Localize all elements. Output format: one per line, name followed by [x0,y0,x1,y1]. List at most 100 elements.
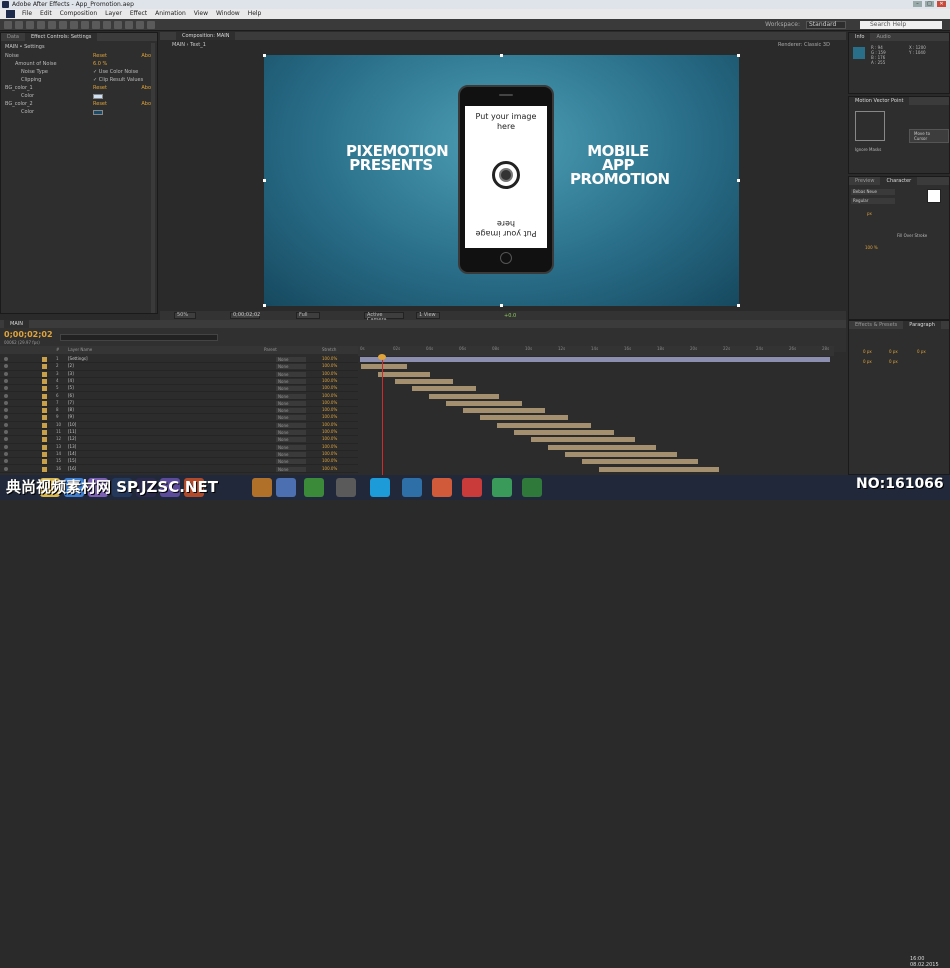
table-row[interactable]: 9 [9] None 100.0% [0,414,358,422]
parent-select[interactable]: None [276,408,306,414]
search-help-input[interactable]: Search Help [860,21,942,29]
effect-row-bg-color-2[interactable]: BG_color_2 Reset Abo [5,101,155,108]
layer-name[interactable]: [5] [68,385,74,391]
reset-link[interactable]: Reset [93,53,107,60]
visibility-icon[interactable] [4,459,8,464]
tab-main-timeline[interactable]: MAIN [4,320,29,328]
stretch-value[interactable]: 100.0% [322,414,337,420]
flash-icon[interactable] [462,478,482,497]
resolution-select[interactable]: Full [296,312,320,319]
layer-duration-bar[interactable] [395,378,453,384]
transform-handle[interactable] [737,304,740,307]
transform-handle[interactable] [500,304,503,307]
tab-preview[interactable]: Preview [849,177,880,185]
scrollbar[interactable] [151,43,155,313]
effect-row-amount[interactable]: Amount of Noise 6.0 % [5,61,155,68]
table-row[interactable]: 11 [11] None 100.0% [0,429,358,437]
parent-select[interactable]: None [276,378,306,384]
stretch-value[interactable]: 100.0% [322,422,337,428]
skype-icon[interactable] [370,478,390,497]
visibility-icon[interactable] [4,415,8,420]
tab-info[interactable]: Info [849,33,871,41]
layer-name[interactable]: [3] [68,371,74,377]
stretch-value[interactable]: 100.0% [322,458,337,464]
crumb-text[interactable]: Text_1 [190,42,206,48]
workspace-select[interactable]: Standard [806,21,846,29]
stretch-value[interactable]: 100.0% [322,371,337,377]
crumb-main[interactable]: MAIN [172,42,185,48]
chrome-icon[interactable] [432,478,452,497]
layer-duration-bar[interactable] [514,430,614,435]
parent-select[interactable]: None [276,364,306,370]
visibility-icon[interactable] [4,393,8,398]
visibility-icon[interactable] [4,437,8,442]
visibility-icon[interactable] [4,371,8,376]
layer-name[interactable]: [4] [68,378,74,384]
mask-tool-icon[interactable] [70,21,78,29]
stretch-value[interactable]: 100.0% [322,385,337,391]
tab-audio[interactable]: Audio [870,33,896,41]
about-link[interactable]: Abo [141,101,151,108]
layer-duration-bar[interactable] [378,371,430,377]
transform-handle[interactable] [737,54,740,57]
transform-handle[interactable] [263,54,266,57]
pen-tool-icon[interactable] [81,21,89,29]
menu-animation[interactable]: Animation [155,9,186,19]
parent-select[interactable]: None [276,466,306,472]
label-color-icon[interactable] [42,386,47,392]
label-color-icon[interactable] [42,415,47,421]
tool-icon[interactable] [522,478,542,497]
cinema-icon[interactable] [492,478,512,497]
label-color-icon[interactable] [42,357,47,362]
layer-duration-bar[interactable] [361,364,407,370]
menu-file[interactable]: File [22,9,32,19]
transform-handle[interactable] [500,54,503,57]
about-link[interactable]: Abo [141,85,151,92]
tab-effect-controls[interactable]: Effect Controls: Settings [24,33,98,41]
font-size-value[interactable]: px [867,211,872,216]
label-color-icon[interactable] [42,466,47,472]
minimize-button[interactable]: – [913,1,922,7]
visibility-icon[interactable] [4,378,8,383]
layer-name[interactable]: [7] [68,400,74,406]
layer-name[interactable]: [12] [68,436,76,442]
table-row[interactable]: 7 [7] None 100.0% [0,400,358,408]
layer-duration-bar[interactable] [463,408,545,414]
label-color-icon[interactable] [42,430,47,435]
tab-data[interactable]: Data [1,33,25,41]
label-color-icon[interactable] [42,408,47,414]
layer-name[interactable]: [8] [68,407,74,413]
layer-name[interactable]: [11] [68,429,76,435]
stretch-value[interactable]: 100.0% [322,429,337,435]
label-color-icon[interactable] [42,451,47,457]
zoom-tool-icon[interactable] [26,21,34,29]
move-to-cursor-button[interactable]: Move to Cursor [909,129,949,143]
label-color-icon[interactable] [42,444,47,450]
stroke-mode-select[interactable]: Fill Over Stroke [897,233,927,238]
menu-effect[interactable]: Effect [130,9,147,19]
effect-row-color-2[interactable]: Color [5,109,155,116]
type-tool-icon[interactable] [92,21,100,29]
parent-select[interactable]: None [276,357,306,362]
table-row[interactable]: 10 [10] None 100.0% [0,422,358,429]
browser-icon[interactable] [402,478,422,497]
menu-window[interactable]: Window [216,9,240,19]
layer-duration-bar[interactable] [429,393,499,399]
label-color-icon[interactable] [42,437,47,443]
table-row[interactable]: 2 [2] None 100.0% [0,363,358,371]
stretch-value[interactable]: 100.0% [322,466,337,472]
label-color-icon[interactable] [42,371,47,377]
menu-help[interactable]: Help [248,9,262,19]
selection-tool-icon[interactable] [4,21,12,29]
table-row[interactable]: 14 [14] None 100.0% [0,451,358,459]
layer-name[interactable]: [Settings] [68,356,88,362]
table-row[interactable]: 1 [Settings] None 100.0% [0,356,358,364]
effect-row-color-1[interactable]: Color [5,93,155,100]
table-row[interactable]: 3 [3] None 100.0% [0,371,358,378]
visibility-icon[interactable] [4,357,8,361]
layer-name[interactable]: [9] [68,414,74,420]
stretch-value[interactable]: 100.0% [322,356,337,362]
visibility-icon[interactable] [4,386,8,391]
current-time[interactable]: 0;00;02;02 [230,312,260,319]
bridge-icon[interactable] [252,478,272,497]
